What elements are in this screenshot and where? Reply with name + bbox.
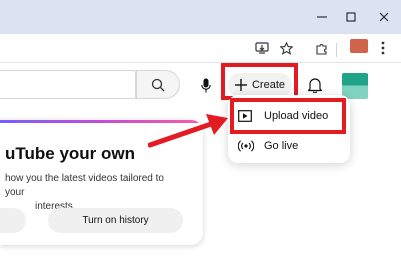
microphone-icon [201,78,211,92]
toolbar-divider [336,43,337,57]
notifications-button[interactable] [303,73,327,97]
minimize-icon [317,16,327,18]
install-app-button[interactable] [250,34,274,62]
extensions-button[interactable] [309,34,333,62]
menu-item-label: Go live [264,140,299,152]
card-secondary-button[interactable] [0,208,26,233]
card-description-line1: how you the latest videos tailored to yo… [5,173,164,198]
browser-menu-button[interactable] [371,34,395,62]
maximize-button[interactable] [338,6,364,28]
search-input[interactable] [0,70,136,99]
search-button[interactable] [136,70,180,99]
bookmark-star-button[interactable] [274,34,298,62]
minimize-button[interactable] [309,6,335,28]
upload-annotation-box [230,98,346,134]
profile-avatar[interactable] [350,39,368,53]
go-live-icon [238,140,264,152]
annotation-arrow-icon [148,114,228,148]
menu-item-go-live[interactable]: Go live [228,132,350,160]
card-title: uTube your own [5,144,136,163]
install-app-icon [255,42,269,54]
account-avatar[interactable] [342,73,368,99]
search-icon [151,78,165,91]
more-vert-icon [381,41,385,55]
close-icon [379,12,389,22]
voice-search-button[interactable] [192,71,220,99]
turn-on-history-button[interactable]: Turn on history [48,208,183,233]
close-button[interactable] [371,6,397,28]
bell-icon [308,78,322,93]
browser-toolbar [0,34,401,63]
star-icon [279,41,293,55]
maximize-icon [346,12,356,22]
puzzle-icon [315,43,327,55]
